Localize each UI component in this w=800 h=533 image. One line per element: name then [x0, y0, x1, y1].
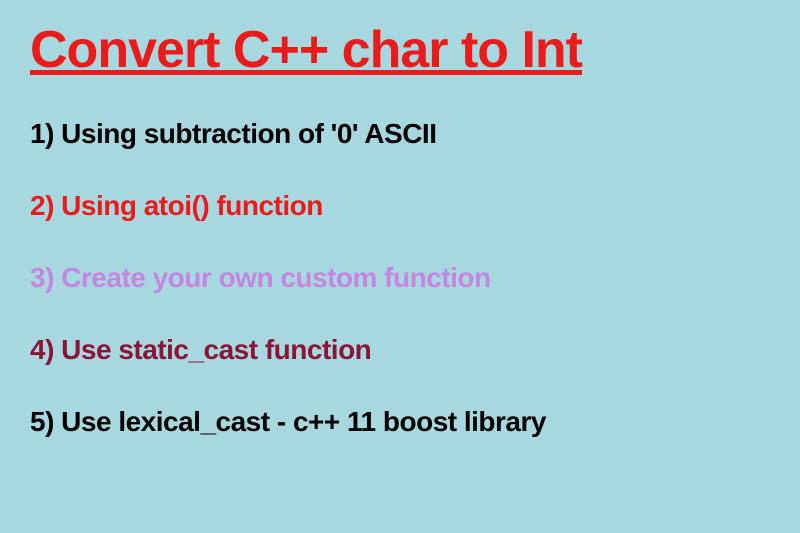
list-item: 4) Use static_cast function	[30, 334, 770, 366]
page-title: Convert C++ char to Int	[30, 20, 770, 80]
list-item: 3) Create your own custom function	[30, 262, 770, 294]
list-item: 1) Using subtraction of '0' ASCII	[30, 118, 770, 150]
list-item: 2) Using atoi() function	[30, 190, 770, 222]
list-item: 5) Use lexical_cast - c++ 11 boost libra…	[30, 406, 770, 438]
